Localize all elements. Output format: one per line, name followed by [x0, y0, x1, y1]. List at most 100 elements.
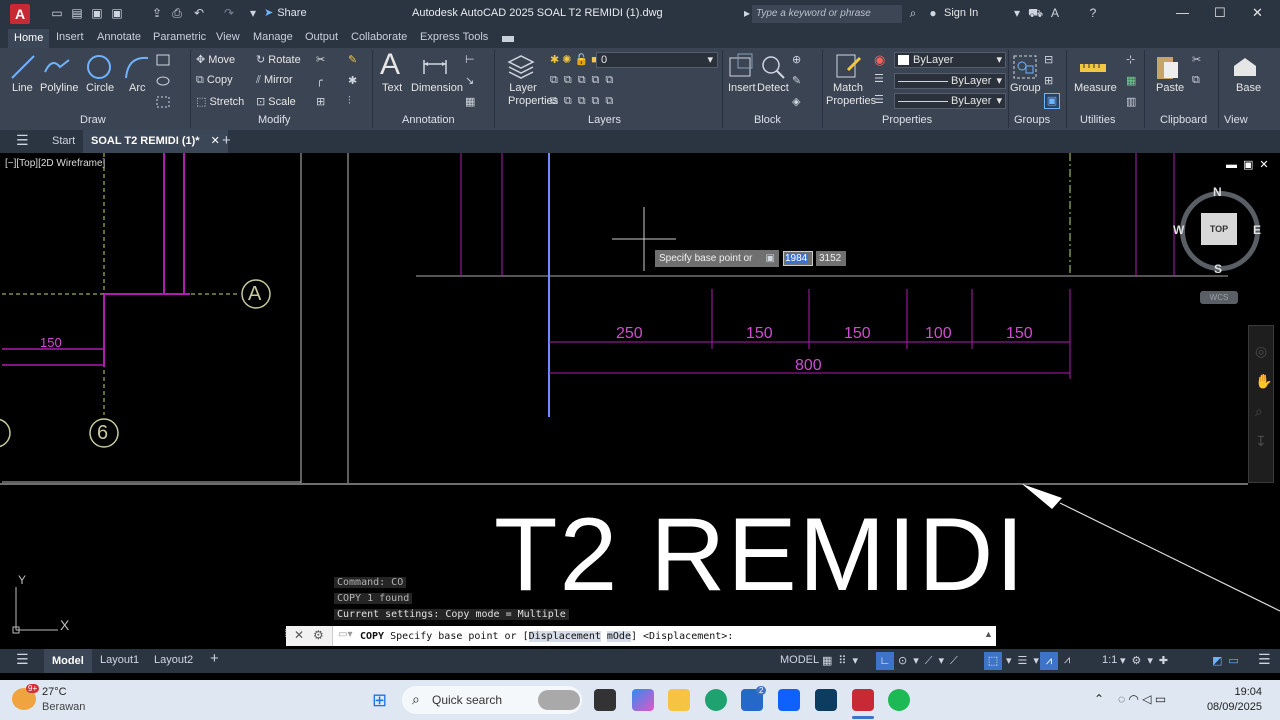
quick-select-icon[interactable]: ⊹: [1126, 53, 1135, 66]
undo-icon[interactable]: ↶: [192, 6, 206, 20]
wcs-menu[interactable]: WCS: [1200, 291, 1238, 304]
detect-button[interactable]: Detect: [757, 82, 789, 94]
close-tab-icon[interactable]: ✕: [211, 135, 220, 147]
tab-manage[interactable]: Manage: [253, 31, 293, 43]
customize-icon[interactable]: ⚙: [313, 628, 324, 642]
calculator-icon[interactable]: ▦: [1126, 74, 1136, 87]
isolate-icons[interactable]: ◩▭: [1212, 654, 1245, 667]
customization-menu-icon[interactable]: ☰: [1258, 651, 1271, 668]
open-folder-icon[interactable]: ▤: [70, 6, 84, 20]
dynamic-input-y-field[interactable]: 3152: [816, 251, 846, 266]
copilot-icon[interactable]: [632, 689, 654, 711]
gradient-icon[interactable]: [156, 96, 170, 108]
stretch-button[interactable]: ⬚ Stretch: [196, 95, 244, 108]
panel-title-view[interactable]: View: [1224, 114, 1248, 126]
viewport-label[interactable]: [−][Top][2D Wireframe]: [5, 158, 105, 169]
weather-desc[interactable]: Berawan: [42, 701, 85, 713]
maximize-button[interactable]: ☐: [1214, 5, 1226, 21]
redo-icon[interactable]: ↷: [222, 6, 236, 20]
drawing-canvas[interactable]: [−][Top][2D Wireframe] 150 A 6 250 150 1…: [0, 153, 1280, 649]
compass-n[interactable]: N: [1213, 185, 1222, 199]
clock-time[interactable]: 19:04: [1210, 686, 1262, 698]
weather-temp[interactable]: 27°C: [42, 686, 67, 698]
menu-icon[interactable]: ☰: [16, 132, 29, 149]
polar-osnap-icons[interactable]: ⊙▾⟋▾⟋: [898, 654, 964, 668]
tab-home[interactable]: Home: [8, 29, 50, 48]
close-button[interactable]: ✕: [1252, 5, 1263, 21]
create-block-icon[interactable]: ⊕: [792, 53, 801, 66]
polyline-button[interactable]: Polyline: [40, 82, 79, 94]
copy-button[interactable]: ⧉ Copy: [196, 74, 233, 87]
panel-title-block[interactable]: Block: [754, 114, 781, 126]
group-edit-icon[interactable]: ⊞: [1044, 74, 1053, 87]
panel-title-draw[interactable]: Draw: [80, 114, 106, 126]
tab-annotate[interactable]: Annotate: [97, 31, 141, 43]
panel-title-properties[interactable]: Properties: [882, 114, 932, 126]
dropbox-icon[interactable]: [778, 689, 800, 711]
fillet-icon[interactable]: ╭: [316, 74, 323, 87]
scale-button[interactable]: ⊡ Scale: [256, 95, 296, 108]
hatch-icon[interactable]: [156, 75, 170, 87]
model-space-button[interactable]: MODEL: [780, 654, 819, 666]
annotation-autoscale-icon[interactable]: ⩘: [1064, 654, 1074, 667]
grip-icon[interactable]: ⁞: [284, 628, 287, 640]
edge-icon[interactable]: [705, 689, 727, 711]
task-view-icon[interactable]: [594, 689, 616, 711]
measure-button[interactable]: Measure: [1074, 82, 1117, 94]
base-button[interactable]: Base: [1236, 82, 1261, 94]
cut-icon[interactable]: ✂: [1192, 53, 1201, 66]
tab-insert[interactable]: Insert: [56, 31, 84, 43]
offset-icon[interactable]: ⫶: [348, 95, 351, 108]
viewport-window-controls[interactable]: ▬▣✕: [1226, 158, 1275, 171]
save-icon[interactable]: ▣: [90, 6, 104, 20]
tab-layout1[interactable]: Layout1: [100, 654, 139, 666]
nav-tools[interactable]: ◎ ✋ ⌕ ↧: [1255, 336, 1273, 456]
tab-parametric[interactable]: Parametric: [153, 31, 206, 43]
grid-snap-icons[interactable]: ▦⠿▾: [822, 654, 864, 667]
sign-in-link[interactable]: Sign In: [944, 7, 978, 19]
compass-e[interactable]: E: [1253, 223, 1261, 237]
linetype-dropdown[interactable]: ByLayer ▾: [894, 93, 1006, 109]
ungroup-icon[interactable]: ⊟: [1044, 53, 1053, 66]
layer-properties-button[interactable]: Layer Properties: [508, 82, 558, 108]
edit-attributes-icon[interactable]: ◈: [792, 95, 800, 108]
rotate-button[interactable]: ↻ Rotate: [256, 53, 301, 66]
id-point-icon[interactable]: ▥: [1126, 95, 1136, 108]
move-button[interactable]: ✥ Move: [196, 53, 235, 66]
leader-icon[interactable]: ↘: [465, 74, 474, 87]
clock-date[interactable]: 08/09/2025: [1206, 701, 1262, 713]
add-layout-button[interactable]: +: [210, 650, 219, 667]
tab-drawing[interactable]: SOAL T2 REMIDI (1)* ✕: [83, 130, 228, 153]
panel-title-annotation[interactable]: Annotation: [402, 114, 455, 126]
mirror-button[interactable]: ⫽ Mirror: [256, 74, 293, 87]
layer-state-icons[interactable]: ✱ ✺ 🔓 ■: [550, 53, 598, 66]
share-button[interactable]: ➤ Share: [264, 6, 307, 19]
search-icon[interactable]: ⌕: [906, 6, 920, 20]
file-explorer-icon[interactable]: [668, 689, 690, 711]
vscode-icon[interactable]: [815, 689, 837, 711]
publish-icon[interactable]: ⇪: [150, 6, 164, 20]
workspace-icons[interactable]: ▾⚙▾✚: [1120, 654, 1174, 667]
selection-cycling-toggle[interactable]: ⬚: [984, 652, 1002, 670]
panel-title-utilities[interactable]: Utilities: [1080, 114, 1115, 126]
panel-title-groups[interactable]: Groups: [1014, 114, 1050, 126]
layer-tools-row1[interactable]: ⧉⧉⧉⧉⧉: [550, 74, 619, 87]
tab-start[interactable]: Start: [52, 135, 75, 147]
color-dropdown[interactable]: ByLayer ▾: [894, 52, 1006, 68]
layer-tools-row2[interactable]: ⧉⧉⧉⧉⧉: [550, 95, 619, 108]
ribbon-toggle-icon[interactable]: [502, 36, 514, 42]
dimension-button[interactable]: Dimension: [411, 82, 463, 94]
search-box[interactable]: ⌕ Quick search: [402, 686, 582, 714]
dynamic-input-x-field[interactable]: 1984: [783, 251, 813, 266]
insert-button[interactable]: Insert: [728, 82, 756, 94]
lineweight-dropdown[interactable]: ByLayer ▾: [894, 73, 1006, 89]
tab-model[interactable]: Model: [44, 649, 92, 673]
command-history-toggle-icon[interactable]: ▲: [984, 629, 993, 639]
table-icon[interactable]: ▦: [465, 95, 475, 108]
help-icon[interactable]: ?: [1086, 6, 1100, 20]
annotation-scale[interactable]: 1:1: [1102, 654, 1117, 666]
group-button[interactable]: Group: [1010, 82, 1041, 94]
save-as-icon[interactable]: ▣: [110, 6, 124, 20]
tab-express-tools[interactable]: Express Tools: [420, 31, 488, 43]
tab-collaborate[interactable]: Collaborate: [351, 31, 407, 43]
